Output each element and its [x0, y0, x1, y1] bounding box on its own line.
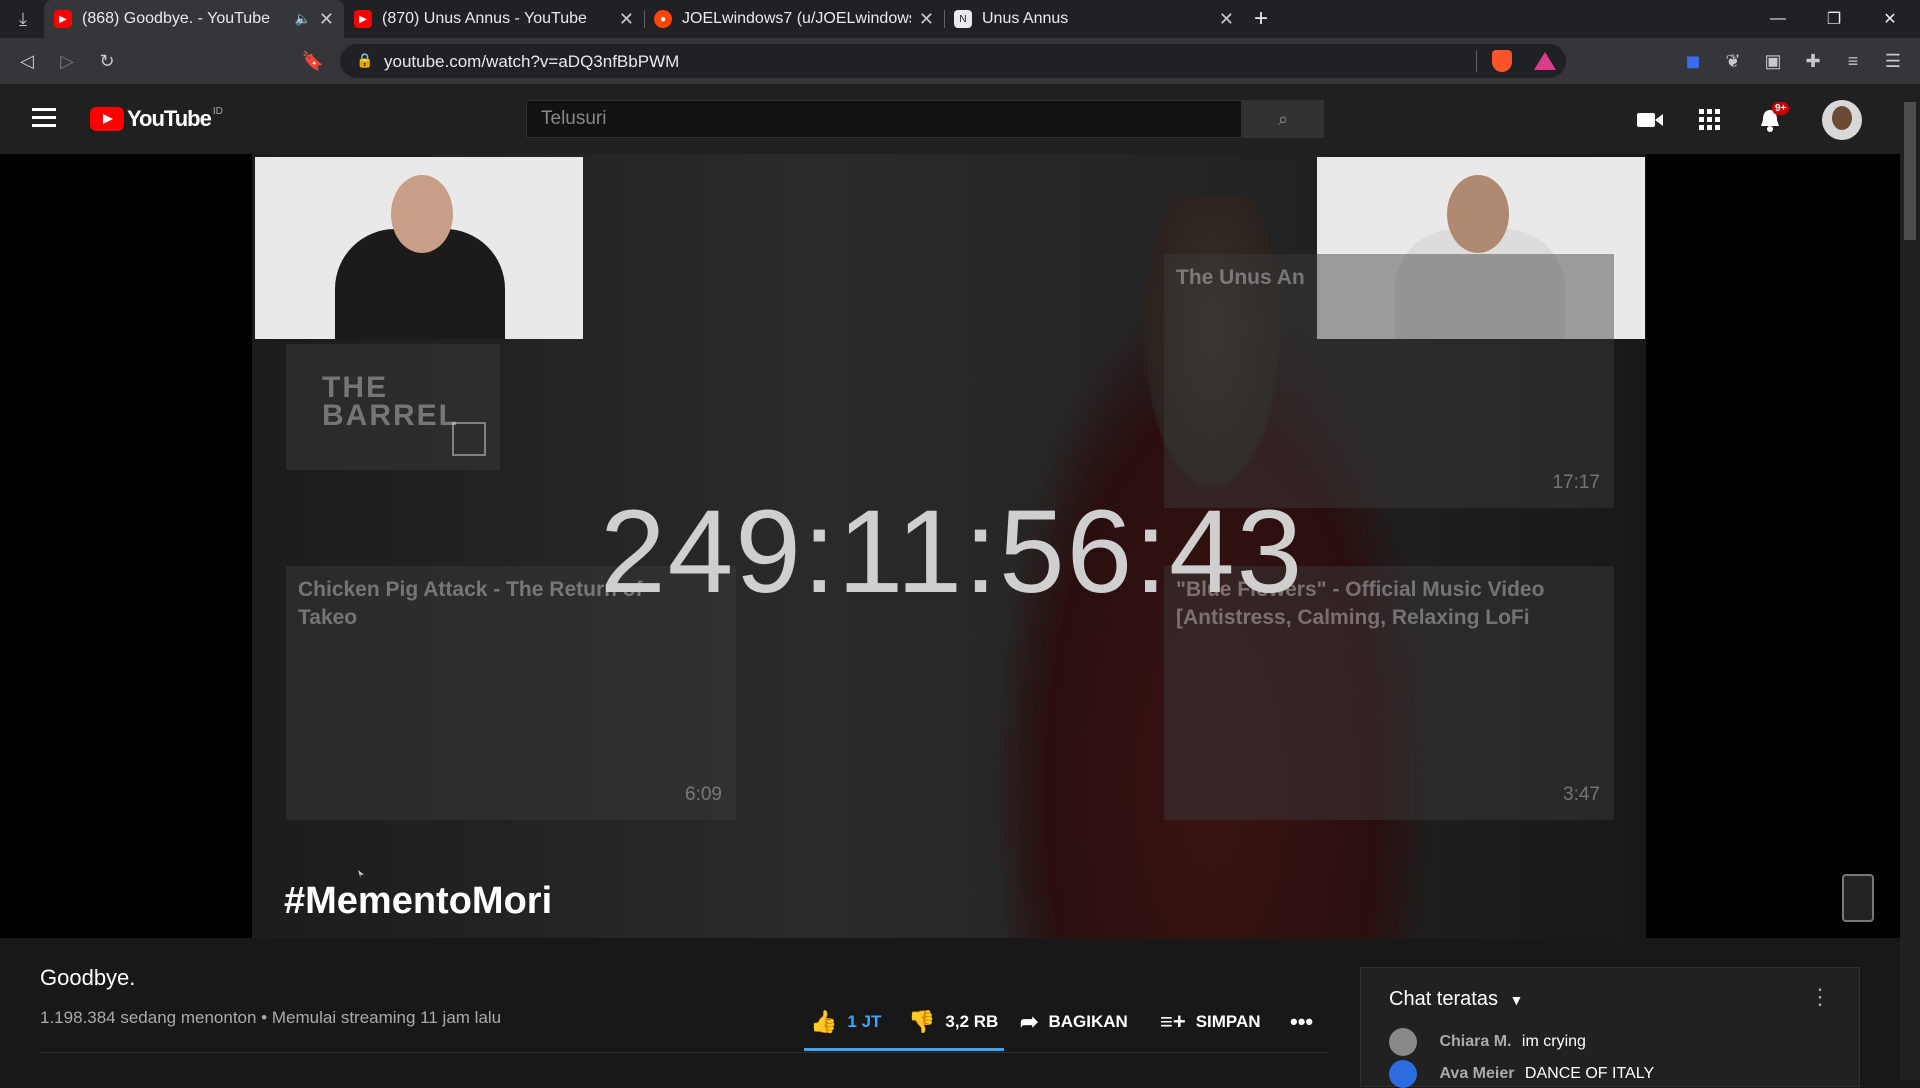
omnibox-divider [1476, 50, 1477, 72]
extension-bird-icon[interactable]: ❦ [1718, 46, 1748, 76]
endscreen-card-unus-annus[interactable]: The Unus An 17:17 [1164, 254, 1614, 508]
speaker-icon[interactable]: 🔈 [295, 11, 311, 27]
new-tab-icon[interactable]: + [1246, 4, 1276, 34]
card-duration: 17:17 [1552, 472, 1600, 493]
notification-badge: 9+ [1772, 102, 1790, 115]
search-icon: ⌕ [1277, 108, 1289, 129]
divider [40, 1052, 1328, 1053]
forward-icon[interactable]: ▷ [52, 46, 82, 76]
tab-title: (870) Unus Annus - YouTube [382, 10, 587, 27]
reload-icon[interactable]: ↻ [92, 46, 122, 76]
card-duration: 6:09 [685, 784, 722, 805]
youtube-logo[interactable]: YouTube ID [90, 106, 223, 132]
search-button[interactable]: ⌕ [1242, 100, 1324, 138]
search-box[interactable] [526, 100, 1242, 138]
media-queue-icon[interactable]: ≡ [1838, 46, 1868, 76]
bookmark-icon[interactable]: 🔖 [298, 46, 328, 76]
browser-menu-icon[interactable]: ☰ [1878, 46, 1908, 76]
reddit-icon: ● [654, 10, 672, 28]
chat-message: Chiara M. im crying [1389, 1028, 1586, 1056]
chat-avatar [1389, 1028, 1417, 1056]
restore-icon[interactable]: ❐ [1806, 0, 1862, 38]
notion-icon: N [954, 10, 972, 28]
close-tab-icon[interactable]: ✕ [1219, 9, 1234, 30]
dislike-count: 3,2 RB [945, 1012, 999, 1031]
url-text[interactable]: youtube.com/watch?v=aDQ3nfBbPWM [384, 52, 679, 72]
external-link-icon [452, 422, 486, 456]
youtube-play-icon [90, 107, 124, 131]
chat-author: Chiara M. [1439, 1033, 1512, 1051]
browser-tabstrip: ⤓ ▶ (868) Goodbye. - YouTube 🔈 ✕ ▶ (870)… [0, 0, 1920, 38]
tab-goodbye[interactable]: ▶ (868) Goodbye. - YouTube 🔈 ✕ [44, 0, 344, 38]
card-duration: 3:47 [1563, 784, 1600, 805]
youtube-icon: ▶ [354, 10, 372, 28]
chat-mode-label: Chat teratas [1389, 988, 1498, 1010]
chat-more-icon[interactable]: ⋮ [1809, 984, 1831, 1010]
more-actions-icon[interactable]: ••• [1290, 1006, 1313, 1038]
browser-toolbar: ◁ ▷ ↻ 🔖 🔒 youtube.com/watch?v=aDQ3nfBbPW… [0, 38, 1920, 84]
live-chat-panel: Chat teratas ▼ ⋮ Chiara M. im crying Ava… [1360, 967, 1860, 1088]
back-icon[interactable]: ◁ [12, 46, 42, 76]
apps-grid-icon[interactable] [1696, 106, 1724, 134]
save-label: SIMPAN [1195, 1012, 1261, 1031]
extension-square-icon[interactable]: ▣ [1758, 46, 1788, 76]
like-button[interactable]: 👍 1 JT [810, 1006, 881, 1038]
user-avatar[interactable] [1822, 100, 1862, 140]
tab-title: Unus Annus [982, 10, 1069, 27]
tab-unus-annus[interactable]: N Unus Annus ✕ [944, 0, 1244, 38]
chat-text: im crying [1521, 1033, 1586, 1051]
share-button[interactable]: ➦ BAGIKAN [1020, 1006, 1128, 1038]
logo-text: YouTube [127, 106, 212, 131]
dislike-button[interactable]: 👎 3,2 RB [908, 1006, 998, 1038]
address-bar[interactable]: 🔒 youtube.com/watch?v=aDQ3nfBbPWM [340, 44, 1566, 78]
brave-shield-icon[interactable] [1492, 50, 1512, 72]
chat-message: Ava Meier DANCE OF ITALY [1389, 1060, 1654, 1088]
extensions-puzzle-icon[interactable]: ✚ [1798, 46, 1828, 76]
region-code: ID [212, 106, 223, 117]
lock-icon: 🔒 [356, 52, 374, 68]
page-scrollbar[interactable] [1900, 84, 1920, 1080]
video-title: Goodbye. [40, 965, 136, 990]
like-ratio-bar [804, 1048, 1004, 1051]
share-arrow-icon: ➦ [1020, 1009, 1039, 1034]
save-button[interactable]: ≡+ SIMPAN [1160, 1006, 1261, 1038]
webcam-left [255, 157, 583, 339]
tab-unus-annus-youtube[interactable]: ▶ (870) Unus Annus - YouTube ✕ [344, 0, 644, 38]
video-player[interactable]: THE BARREL The Unus An 17:17 Chicken Pig… [0, 154, 1900, 938]
thumbs-down-icon: 👎 [908, 1009, 936, 1034]
close-window-icon[interactable]: ✕ [1862, 0, 1918, 38]
chat-mode-dropdown[interactable]: Chat teratas ▼ [1389, 988, 1523, 1011]
youtube-header: YouTube ID ⌕ 9+ [0, 84, 1900, 154]
like-count: 1 JT [847, 1012, 882, 1031]
chat-avatar [1389, 1060, 1417, 1088]
endscreen-card-barrel[interactable]: THE BARREL [286, 344, 500, 470]
close-tab-icon[interactable]: ✕ [919, 9, 934, 30]
hashtag-overlay: #MementoMori [284, 880, 553, 922]
create-video-icon[interactable] [1636, 106, 1664, 134]
playlist-add-icon: ≡+ [1160, 1009, 1186, 1034]
youtube-icon: ▶ [54, 10, 72, 28]
search-input[interactable] [527, 101, 1241, 137]
brave-rewards-icon[interactable] [1534, 52, 1556, 70]
hourglass-watermark-icon [1842, 874, 1874, 922]
tab-reddit[interactable]: ● JOELwindows7 (u/JOELwindows7) ✕ [644, 0, 944, 38]
close-tab-icon[interactable]: ✕ [319, 9, 334, 30]
minimize-icon[interactable]: — [1750, 0, 1806, 38]
close-tab-icon[interactable]: ✕ [619, 9, 634, 30]
video-meta: 1.198.384 sedang menonton • Memulai stre… [40, 1008, 502, 1027]
hamburger-menu-icon[interactable] [32, 108, 56, 128]
countdown-timer: 249:11:56:43 [600, 486, 1305, 618]
tab-title: JOELwindows7 (u/JOELwindows7) [682, 10, 911, 27]
download-icon[interactable]: ⤓ [8, 4, 38, 34]
thumbs-up-icon: 👍 [810, 1009, 838, 1034]
chevron-down-icon: ▼ [1509, 992, 1524, 1008]
notifications-bell-icon[interactable]: 9+ [1756, 102, 1790, 134]
share-label: BAGIKAN [1048, 1012, 1128, 1031]
bitwarden-icon[interactable]: ◼ [1678, 46, 1708, 76]
scrollbar-thumb[interactable] [1904, 102, 1916, 240]
tab-title: (868) Goodbye. - YouTube [82, 10, 270, 27]
card-title: The Unus An [1176, 266, 1305, 289]
